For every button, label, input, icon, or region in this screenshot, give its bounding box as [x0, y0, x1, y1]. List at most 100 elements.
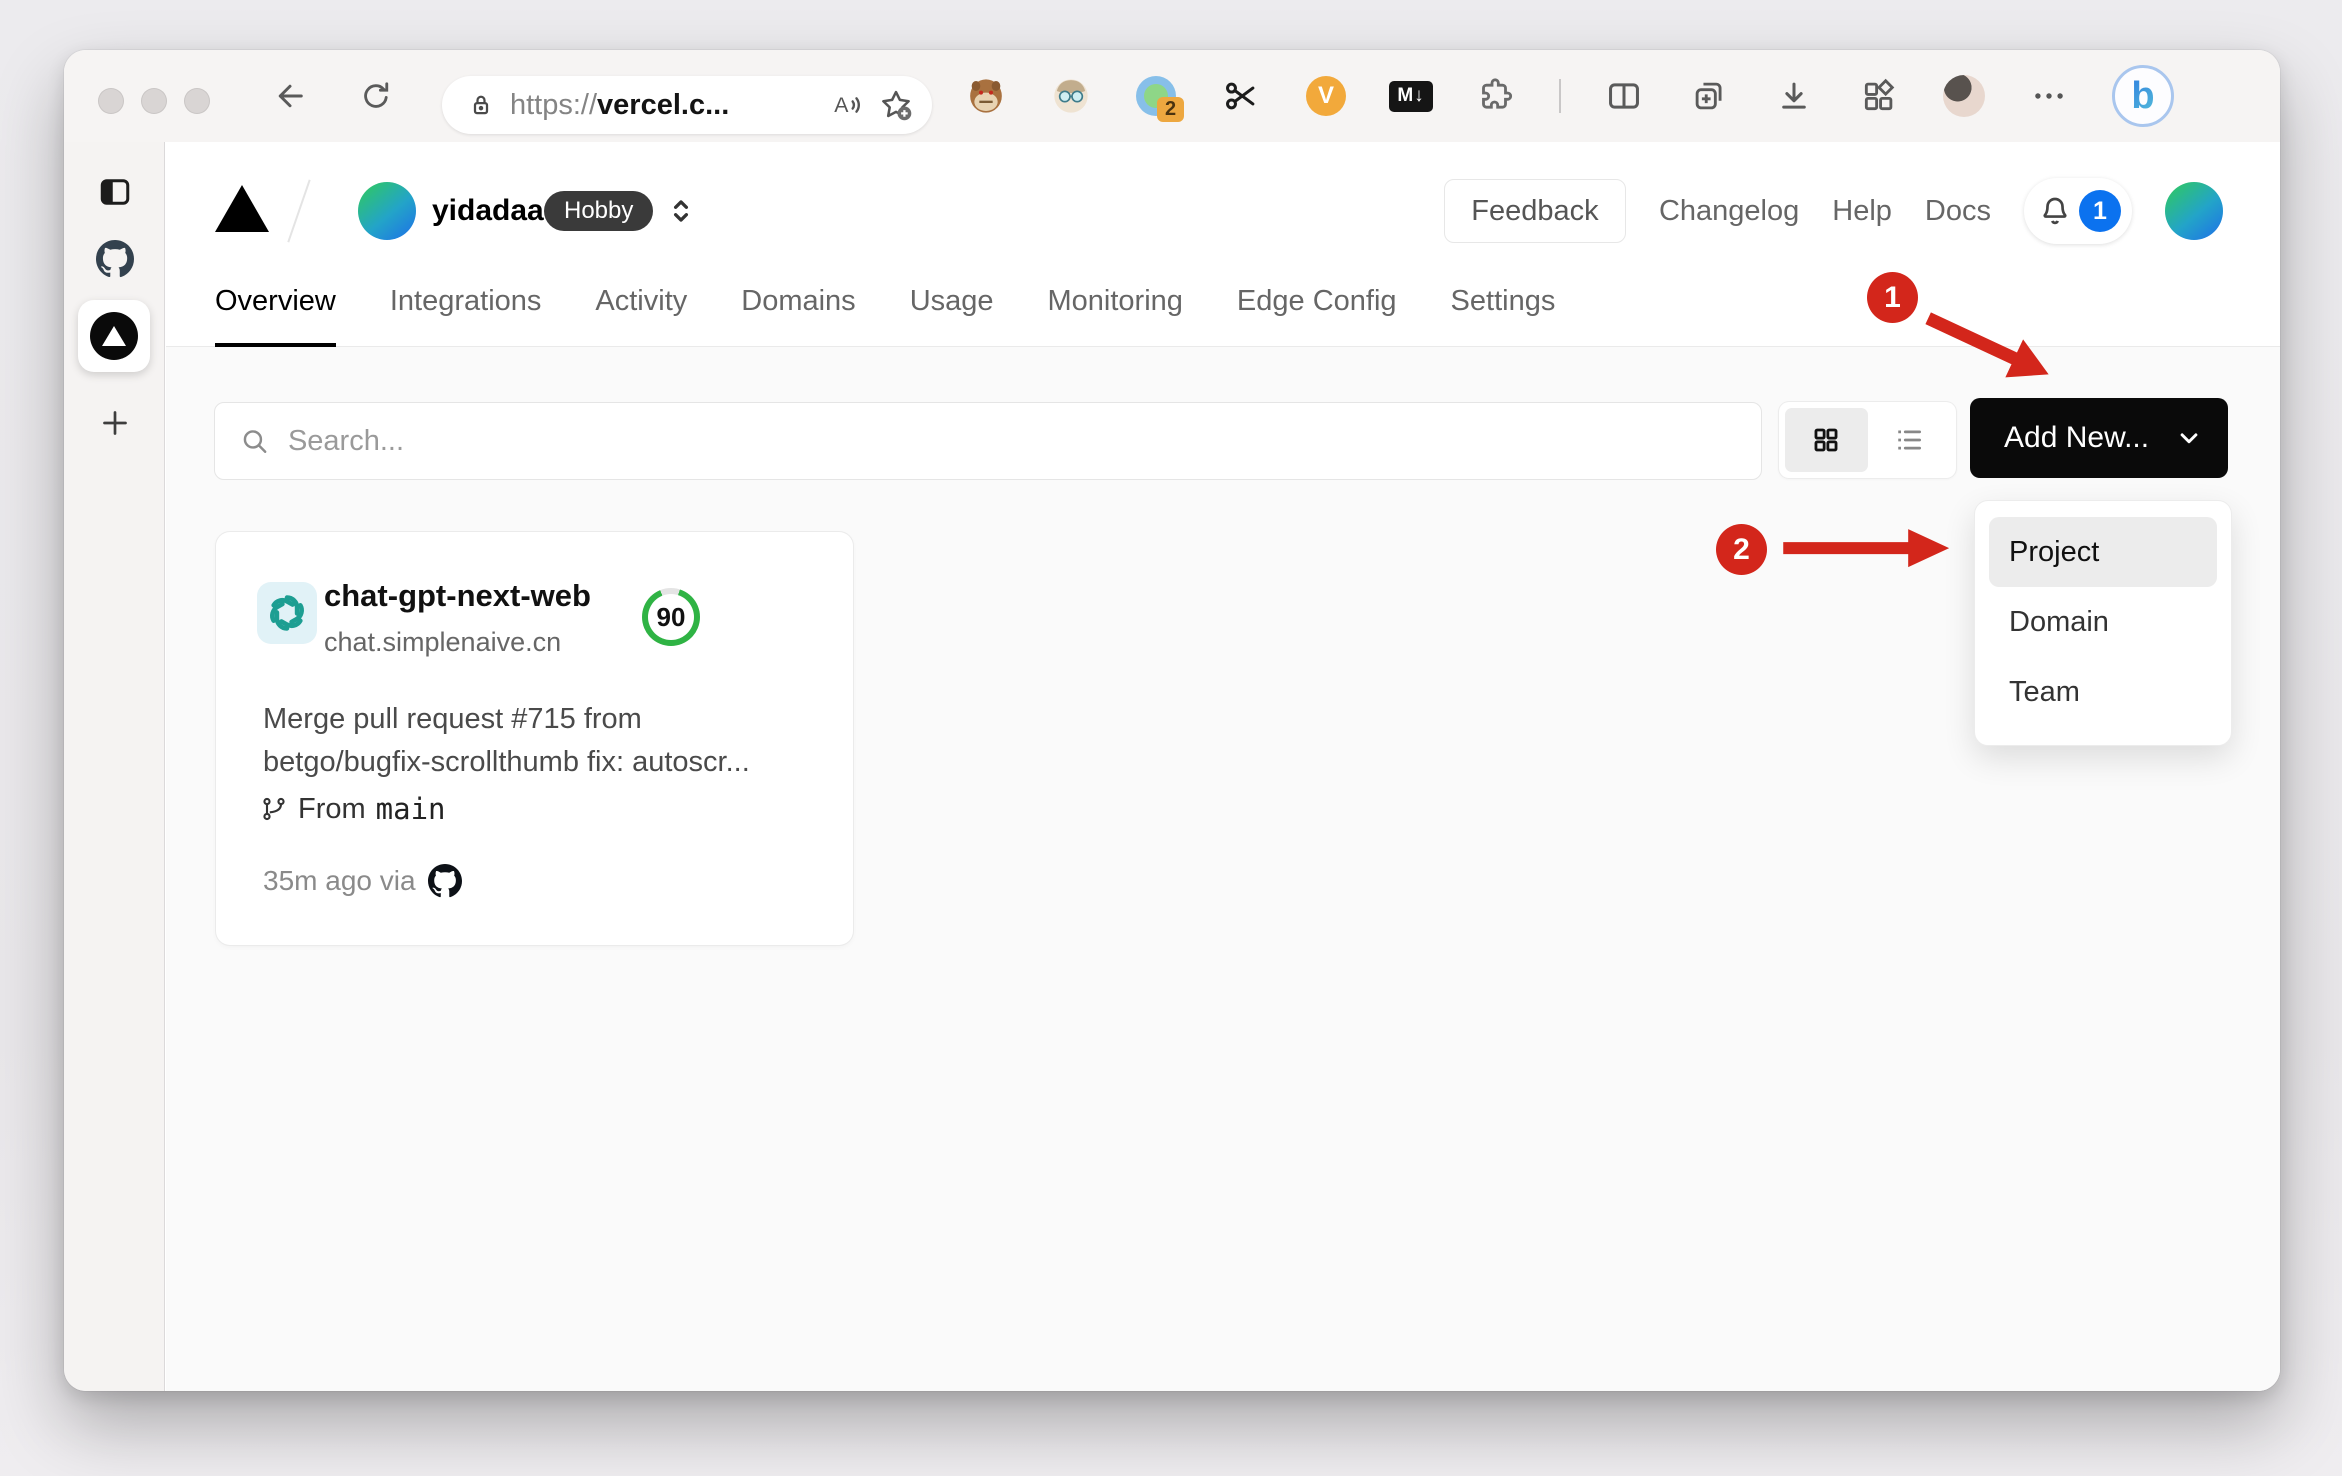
downloads-button[interactable]: [1772, 74, 1816, 118]
refresh-button[interactable]: [356, 76, 396, 116]
collections-button[interactable]: [1687, 74, 1731, 118]
github-icon: [96, 240, 134, 278]
annotation-step-1: 1: [1867, 272, 1918, 323]
breadcrumb-slash: [287, 179, 311, 243]
list-view-button[interactable]: [1868, 408, 1951, 472]
card-footer: 35m ago via: [263, 864, 462, 898]
header-right: Feedback Changelog Help Docs 1: [1443, 178, 2223, 244]
commit-line-1: Merge pull request #715 from: [263, 703, 642, 735]
apps-button[interactable]: [1857, 74, 1901, 118]
dropdown-item-team[interactable]: Team: [1989, 657, 2217, 727]
annotation-step-2: 2: [1716, 524, 1767, 575]
deploy-time: 35m ago via: [263, 865, 416, 896]
dashboard-tabs: Overview Integrations Activity Domains U…: [215, 255, 1555, 347]
team-switcher-button[interactable]: [664, 194, 698, 233]
help-link[interactable]: Help: [1832, 195, 1892, 228]
back-button[interactable]: [270, 76, 310, 116]
window-controls: [98, 88, 210, 114]
user-avatar[interactable]: [2165, 182, 2223, 240]
docs-link[interactable]: Docs: [1925, 195, 1991, 228]
tab-activity[interactable]: Activity: [595, 255, 687, 347]
toggle-vertical-tabs-button[interactable]: [96, 173, 134, 211]
team-name[interactable]: yidadaa: [432, 194, 544, 228]
avatar-extension-icon[interactable]: [1049, 74, 1093, 118]
feedback-button[interactable]: Feedback: [1443, 179, 1626, 243]
split-screen-button[interactable]: [1602, 74, 1646, 118]
extension-icons: 2 V M↓ b: [964, 64, 2174, 128]
view-toggle: [1779, 402, 1956, 478]
download-icon: [1782, 82, 1806, 109]
plan-badge: Hobby: [544, 191, 654, 231]
tab-github[interactable]: [96, 240, 134, 278]
bing-icon: b: [2131, 74, 2155, 117]
browser-window: https://vercel.c... A 2 V M↓ b yidadaa H…: [64, 50, 2280, 1391]
list-view-icon: [1898, 430, 1921, 450]
lock-icon: [473, 95, 489, 115]
vercel-dashboard: yidadaa Hobby Feedback Changelog Help Do…: [166, 142, 2280, 1391]
browser-toolbar: https://vercel.c... A 2 V M↓ b: [64, 50, 2280, 142]
zoom-window-button[interactable]: [184, 88, 210, 114]
dropdown-item-domain[interactable]: Domain: [1989, 587, 2217, 657]
close-window-button[interactable]: [98, 88, 124, 114]
url-text: https://vercel.c...: [510, 89, 830, 122]
score-value: 90: [648, 594, 694, 640]
tab-monitoring[interactable]: Monitoring: [1048, 255, 1183, 347]
grid-view-button[interactable]: [1785, 408, 1868, 472]
vertical-tabs-sidebar: [64, 142, 165, 1391]
branch-name: main: [375, 792, 446, 826]
split-screen-icon: [1609, 83, 1639, 109]
tab-vercel-active[interactable]: [78, 300, 150, 372]
tab-usage[interactable]: Usage: [910, 255, 994, 347]
tampermonkey-extension-icon[interactable]: [964, 74, 1008, 118]
project-name[interactable]: chat-gpt-next-web: [324, 578, 591, 614]
add-new-button[interactable]: Add New...: [1970, 398, 2228, 478]
project-card[interactable]: chat-gpt-next-web chat.simplenaive.cn 90…: [216, 532, 853, 945]
address-bar[interactable]: https://vercel.c... A: [442, 76, 932, 134]
v-extension-icon[interactable]: V: [1304, 74, 1348, 118]
vercel-logo[interactable]: [215, 185, 269, 232]
toolbar-divider: [1559, 79, 1561, 113]
monkey-icon: [970, 79, 1002, 113]
notification-badge: 1: [2079, 190, 2121, 232]
url-scheme: https://: [510, 88, 598, 121]
extensions-menu-button[interactable]: [1474, 74, 1518, 118]
sidebar-panel-icon: [100, 179, 130, 205]
tab-integrations[interactable]: Integrations: [390, 255, 542, 347]
new-tab-button[interactable]: [96, 404, 134, 442]
read-aloud-icon[interactable]: A: [830, 88, 864, 122]
branch-prefix: From: [298, 792, 366, 825]
blue-green-icon: 2: [1136, 76, 1184, 122]
person-glasses-icon: [1054, 79, 1088, 113]
svg-text:A: A: [834, 93, 849, 117]
bing-chat-button[interactable]: b: [2112, 65, 2174, 127]
tab-overview[interactable]: Overview: [215, 255, 336, 347]
notifications-button[interactable]: 1: [2024, 178, 2132, 244]
score-ring[interactable]: 90: [642, 588, 700, 646]
changelog-link[interactable]: Changelog: [1659, 195, 1799, 228]
search-icon: [243, 430, 267, 453]
puzzle-icon: [1482, 78, 1513, 109]
markdown-extension-icon[interactable]: M↓: [1389, 74, 1433, 118]
dropdown-item-project[interactable]: Project: [1989, 517, 2217, 587]
minimize-window-button[interactable]: [141, 88, 167, 114]
more-menu-button[interactable]: [2027, 74, 2071, 118]
vercel-icon: [90, 312, 138, 360]
project-icon: [257, 582, 317, 644]
git-branch-icon: [263, 797, 285, 821]
profile-button[interactable]: [1942, 74, 1986, 118]
tab-manager-extension-icon[interactable]: 2: [1134, 74, 1184, 122]
chevron-up-down-icon: [673, 200, 689, 222]
refresh-icon: [364, 82, 389, 108]
search-input[interactable]: [287, 424, 1737, 458]
commit-line-2: betgo/bugfix-scrollthumb fix: autoscr...: [263, 746, 750, 778]
tab-settings[interactable]: Settings: [1451, 255, 1556, 347]
clipper-extension-icon[interactable]: [1219, 74, 1263, 118]
tab-domains[interactable]: Domains: [741, 255, 855, 347]
team-avatar[interactable]: [358, 182, 416, 240]
search-box: [214, 402, 1762, 480]
project-domain[interactable]: chat.simplenaive.cn: [324, 627, 561, 658]
plus-icon: [103, 411, 127, 435]
add-new-dropdown: Project Domain Team: [1974, 500, 2232, 746]
tab-edge-config[interactable]: Edge Config: [1237, 255, 1397, 347]
favorite-star-icon[interactable]: [878, 87, 914, 123]
